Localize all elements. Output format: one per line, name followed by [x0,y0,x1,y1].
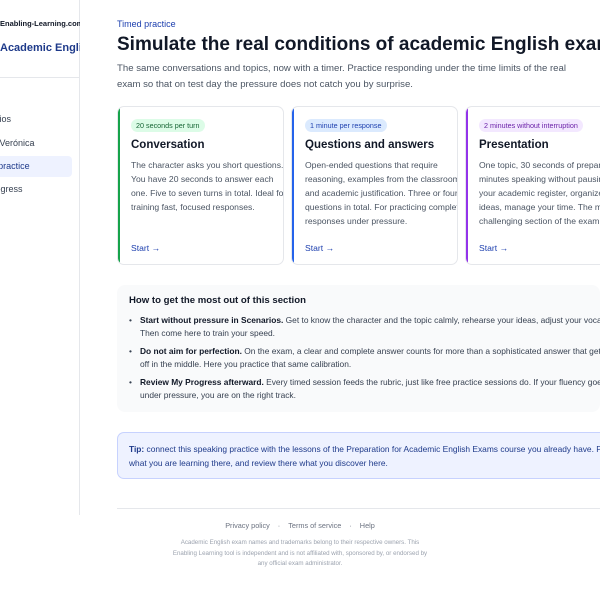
page-eyebrow: Timed practice [117,19,176,29]
footer-legal: Academic English exam names and trademar… [172,539,428,567]
card-accent [118,107,120,264]
footer-links: Privacy policy · Terms of service · Help [80,521,520,530]
tips-heading: How to get the most out of this section [129,295,306,306]
card-badge: 1 minute per response [305,119,387,132]
tips-panel: How to get the most out of this section … [117,285,600,412]
privacy-policy-link[interactable]: Privacy policy [225,521,270,530]
tip-item: • Do not aim for perfection. On the exam… [129,345,600,371]
sidebar-item-talk-to-veronica[interactable]: Talk to Verónica [0,133,72,154]
tip-strong: Review My Progress afterward. [140,377,264,387]
bullet-icon: • [129,346,132,356]
footer-separator: · [277,521,281,530]
tips-list: • Start without pressure in Scenarios. G… [129,314,600,407]
brand-name: Academic English [0,42,80,54]
card-accent [292,107,294,264]
card-conversation[interactable]: 20 seconds per turn Conversation The cha… [117,106,284,265]
start-conversation-link[interactable]: Start → [131,243,160,253]
tip-item: • Review My Progress afterward. Every ti… [129,376,600,402]
bullet-icon: • [129,377,132,387]
start-presentation-link[interactable]: Start → [479,243,508,253]
main-content: Timed practice Simulate the real conditi… [80,0,600,600]
page-title: Simulate the real conditions of academic… [117,34,600,55]
sidebar: Enabling-Learning.com Academic English S… [0,0,80,515]
tip-strong: Start without pressure in Scenarios. [140,315,284,325]
callout-text: Tip: connect this speaking practice with… [129,442,600,470]
sidebar-item-timed-practice[interactable]: Timed practice [0,156,72,177]
footer-separator: · [349,521,352,530]
card-presentation[interactable]: 2 minutes without interruption Presentat… [465,106,600,265]
footer-divider [117,508,600,509]
terms-of-service-link[interactable]: Terms of service [288,521,341,530]
callout-body: connect this speaking practice with the … [129,444,600,468]
tip-item: • Start without pressure in Scenarios. G… [129,314,600,340]
card-title: Presentation [479,139,549,151]
start-questions-link[interactable]: Start → [305,243,334,253]
sidebar-item-my-progress[interactable]: My Progress [0,179,72,200]
card-badge: 2 minutes without interruption [479,119,583,132]
brand-domain: Enabling-Learning.com [0,19,80,28]
card-questions-answers[interactable]: 1 minute per response Questions and answ… [291,106,458,265]
card-badge: 20 seconds per turn [131,119,205,132]
card-title: Questions and answers [305,139,435,151]
card-accent [466,107,468,264]
card-title: Conversation [131,139,205,151]
sidebar-item-scenarios[interactable]: Scenarios [0,109,72,130]
timed-practice-page: Enabling-Learning.com Academic English S… [0,0,600,600]
card-description: Open-ended questions that require reason… [305,160,458,226]
brand[interactable]: Enabling-Learning.com Academic English [0,0,80,78]
help-link[interactable]: Help [360,521,375,530]
tip-callout: Tip: connect this speaking practice with… [117,432,600,479]
card-description: The character asks you short questions. … [131,160,284,212]
page-subtitle: The same conversations and topics, now w… [117,63,566,90]
bullet-icon: • [129,315,132,325]
callout-strong: Tip: [129,444,145,454]
tip-strong: Do not aim for perfection. [140,346,242,356]
card-description: One topic, 30 seconds of preparation, 2 … [479,160,600,226]
